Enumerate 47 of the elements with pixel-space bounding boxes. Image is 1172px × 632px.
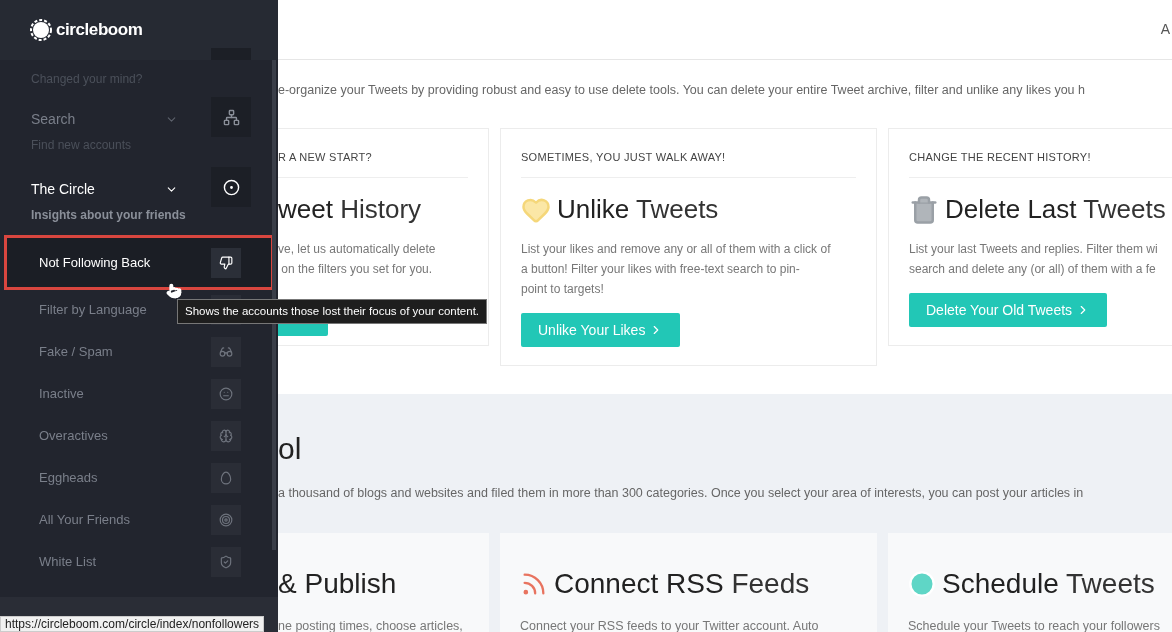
card-title: Unlike Tweets: [557, 193, 719, 227]
card-description: ve, let us automatically delete on the filters you set for you.: [278, 241, 437, 279]
card-title: & Publish: [278, 566, 397, 601]
thumbs-down-icon: [219, 255, 233, 270]
card-title: Delete Last Tweets: [945, 193, 1166, 227]
card-description: Schedule your Tweets to reach your followers: [908, 617, 1161, 632]
section-icon-box[interactable]: [211, 167, 251, 207]
card-description: Connect your RSS feeds to your Twitter account. Auto: [520, 617, 820, 632]
sidebar-item[interactable]: Not Following Back: [5, 236, 273, 289]
section-title[interactable]: Search: [31, 108, 105, 130]
sidebar-item[interactable]: Inactive: [5, 373, 273, 415]
card-description: List your last Tweets and replies. Filter them wi search and delete any (or all) of them with a fe: [909, 241, 1159, 279]
status-url-tooltip: https://circleboom.com/circle/index/nonfollowers: [0, 616, 265, 632]
logo-text: circleboom: [56, 19, 143, 42]
card-eyebrow: R A NEW START?: [278, 148, 468, 179]
section-subtitle: Insights about your friends: [31, 207, 186, 224]
face-icon: [219, 387, 233, 401]
sidebar-item[interactable]: Fake / Spam: [5, 331, 273, 373]
card-eyebrow: CHANGE THE RECENT HISTORY!: [909, 148, 1172, 179]
card-title: Schedule Tweets: [942, 566, 1155, 601]
card-title: Connect RSS Feeds: [554, 566, 810, 601]
section-intro: a thousand of blogs and websites and filed them in more than 300 categories. Once you select your area of interests, you can post your articles in: [278, 484, 1085, 502]
card-title: weet History: [278, 193, 422, 227]
user-name[interactable]: A: [1160, 19, 1170, 40]
target-icon: [219, 513, 233, 527]
sidebar-item[interactable]: Overactives: [5, 415, 273, 457]
sidebar-item[interactable]: Eggheads: [5, 457, 273, 499]
card-action-button[interactable]: Delete Your Old Tweets: [909, 293, 1108, 328]
sidebar-item[interactable]: All Your Friends: [5, 499, 273, 541]
card-description: ne posting times, choose articles,: [278, 617, 464, 632]
brain-icon: [219, 429, 233, 443]
tooltip: Shows the accounts those lost their focus of your content.: [177, 299, 488, 325]
shield-check-icon: [219, 555, 233, 569]
card-action-button[interactable]: Unlike Your Likes: [521, 313, 681, 348]
hand-cursor-icon: [166, 283, 182, 299]
network-icon: [222, 108, 240, 126]
sidebar-item[interactable]: White List: [5, 541, 273, 583]
egg-icon: [219, 471, 233, 485]
target-icon: [222, 178, 240, 196]
trash-icon: [909, 194, 939, 225]
section-heading: ol: [278, 433, 303, 464]
intro-text: e-organize your Tweets by providing robust and easy to use delete tools. You can delete your entire Tweet archive, filter and unlike any likes you h: [278, 82, 1086, 99]
section-title[interactable]: The Circle: [31, 178, 105, 200]
card-eyebrow: SOMETIMES, YOU JUST WALK AWAY!: [521, 148, 856, 179]
glasses-icon: [219, 345, 233, 359]
logo-icon: [30, 19, 52, 41]
card-description: List your likes and remove any or all of them with a click of a button! Filter your likes with free-text search to pin- point to targets!: [521, 241, 832, 299]
